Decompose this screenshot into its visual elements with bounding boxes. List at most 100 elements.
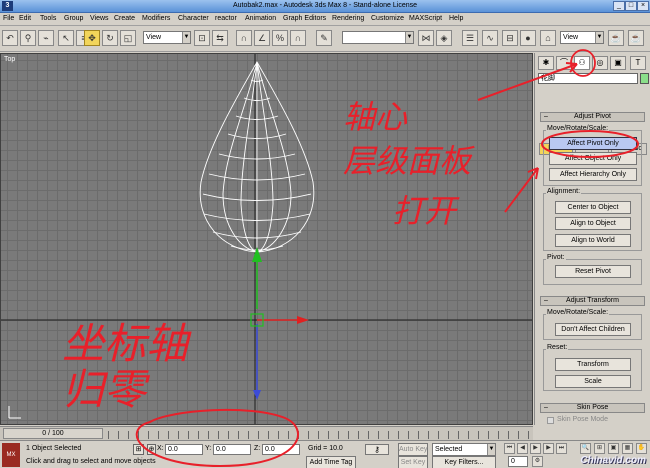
mirror-selected-icon[interactable]: ⋈ (418, 30, 434, 46)
render-type-select[interactable]: View ▼ (560, 31, 604, 44)
named-selection-icon[interactable]: ✎ (316, 30, 332, 46)
affect-object-only-button[interactable]: Affect Object Only (549, 152, 637, 165)
percent-snap-icon[interactable]: % (272, 30, 288, 46)
hierarchy-icon[interactable]: ⚇ (574, 56, 590, 70)
skin-pose-mode-checkbox[interactable] (547, 417, 554, 424)
time-slider[interactable]: 0 / 100 (3, 428, 103, 439)
lock-selection-icon[interactable]: ⊞ (133, 444, 144, 455)
schematic-view-icon[interactable]: ⊟ (502, 30, 518, 46)
go-to-start-icon[interactable]: ⏮ (504, 443, 515, 454)
add-time-tag-button[interactable]: Add Time Tag (306, 456, 356, 468)
spinner-snap-icon[interactable]: ∩ (290, 30, 306, 46)
absolute-mode-icon[interactable]: ⊕ (147, 444, 156, 455)
teardrop-wireframe (199, 61, 315, 253)
y-axis-arrow-icon (252, 247, 262, 262)
y-coordinate-field[interactable]: 0.0 (213, 444, 251, 455)
zoom-extents-icon[interactable]: ▣ (608, 443, 619, 454)
zoom-extents-all-icon[interactable]: ▦ (622, 443, 633, 454)
snap-toggle-icon[interactable]: ∩ (236, 30, 252, 46)
create-icon[interactable]: ✱ (538, 56, 554, 70)
object-name-field[interactable]: 花脚 (538, 73, 638, 84)
undo-icon[interactable]: ↶ (2, 30, 18, 46)
y-label: Y: (205, 445, 212, 452)
layer-manager-icon[interactable]: ☰ (462, 30, 478, 46)
mirror-icon[interactable]: ⇆ (212, 30, 228, 46)
scale-button[interactable]: Scale (555, 375, 631, 388)
select-object-icon[interactable]: ↖ (58, 30, 74, 46)
render-last-icon[interactable]: ☕ (628, 30, 644, 46)
pan-icon[interactable]: ✋ (636, 443, 647, 454)
menu-rendering[interactable]: Rendering (332, 15, 364, 22)
menu-reactor[interactable]: reactor (215, 15, 237, 22)
auto-key-button[interactable]: Auto Key (398, 443, 428, 456)
menu-graph-editors[interactable]: Graph Editors (283, 15, 326, 22)
play-icon[interactable]: ▶ (530, 443, 541, 454)
select-and-rotate-icon[interactable]: ↻ (102, 30, 118, 46)
key-icon[interactable]: ⚷ (365, 444, 389, 455)
move-rotate-scale-label: Move/Rotate/Scale: (546, 125, 610, 132)
material-editor-icon[interactable]: ● (520, 30, 536, 46)
menu-views[interactable]: Views (90, 15, 109, 22)
reset-pivot-button[interactable]: Reset Pivot (555, 265, 631, 278)
key-mode-select[interactable]: Selected ▼ (432, 443, 496, 456)
next-frame-icon[interactable]: ▶ (543, 443, 554, 454)
pivot-label: Pivot: (546, 254, 566, 261)
main-toolbar: ↶ ⚲ ⌁ ↖ ≡ ✥ ↻ ◱ View▼ ⊡ ⇆ ∩ ∠ % ∩ ✎ ▼ ⋈ … (0, 27, 650, 52)
center-to-object-button[interactable]: Center to Object (555, 201, 631, 214)
reference-coord-select[interactable]: View ▼ (143, 31, 191, 44)
menu-maxscript[interactable]: MAXScript (409, 15, 442, 22)
angle-snap-icon[interactable]: ∠ (254, 30, 270, 46)
menu-group[interactable]: Group (64, 15, 83, 22)
maxscript-listener-icon[interactable]: MX (2, 443, 20, 467)
set-key-button[interactable]: Set Key (398, 456, 428, 468)
dont-affect-children-button[interactable]: Don't Affect Children (555, 323, 631, 336)
menu-customize[interactable]: Customize (371, 15, 404, 22)
select-and-scale-icon[interactable]: ◱ (120, 30, 136, 46)
align-to-world-button[interactable]: Align to World (555, 234, 631, 247)
watermark: Chinavid.com (580, 455, 646, 466)
minimize-icon[interactable]: _ (613, 1, 625, 11)
menu-create[interactable]: Create (114, 15, 135, 22)
menu-tools[interactable]: Tools (40, 15, 56, 22)
menu-help[interactable]: Help (449, 15, 463, 22)
skin-pose-rollout[interactable]: Skin Pose (540, 403, 645, 413)
quick-render-icon[interactable]: ☕ (608, 30, 624, 46)
pivot-center-icon[interactable]: ⊡ (194, 30, 210, 46)
named-selection-set-select[interactable]: ▼ (342, 31, 414, 44)
render-scene-icon[interactable]: ⌂ (540, 30, 556, 46)
transform-button[interactable]: Transform (555, 358, 631, 371)
menu-modifiers[interactable]: Modifiers (142, 15, 170, 22)
align-to-object-button[interactable]: Align to Object (555, 217, 631, 230)
unlink-icon[interactable]: ⌁ (38, 30, 54, 46)
adjust-pivot-rollout[interactable]: Adjust Pivot (540, 112, 645, 122)
menu-animation[interactable]: Animation (245, 15, 276, 22)
track-bar[interactable] (108, 431, 530, 439)
menu-file[interactable]: File (3, 15, 14, 22)
key-filters-button[interactable]: Key Filters... (432, 456, 496, 468)
adjust-transform-rollout[interactable]: Adjust Transform (540, 296, 645, 306)
maximize-icon[interactable]: □ (625, 1, 637, 11)
current-frame-field[interactable]: 0 (508, 456, 528, 467)
utilities-icon[interactable]: T (630, 56, 646, 70)
object-color-swatch[interactable] (640, 73, 649, 84)
affect-pivot-only-button[interactable]: Affect Pivot Only (549, 137, 637, 150)
z-coordinate-field[interactable]: 0.0 (262, 444, 300, 455)
affect-hierarchy-only-button[interactable]: Affect Hierarchy Only (549, 168, 637, 181)
go-to-end-icon[interactable]: ⏭ (556, 443, 567, 454)
zoom-icon[interactable]: 🔍 (580, 443, 591, 454)
align-icon[interactable]: ◈ (436, 30, 452, 46)
previous-frame-icon[interactable]: ◀ (517, 443, 528, 454)
modify-icon[interactable]: ⌒ (556, 56, 572, 70)
menu-character[interactable]: Character (178, 15, 209, 22)
select-link-icon[interactable]: ⚲ (20, 30, 36, 46)
top-viewport[interactable]: Top (0, 53, 533, 425)
close-icon[interactable]: × (637, 1, 649, 11)
zoom-all-icon[interactable]: ⊞ (594, 443, 605, 454)
motion-icon[interactable]: ◎ (592, 56, 608, 70)
menu-edit[interactable]: Edit (19, 15, 31, 22)
select-and-move-icon[interactable]: ✥ (84, 30, 100, 46)
display-icon[interactable]: ▣ (610, 56, 626, 70)
x-coordinate-field[interactable]: 0.0 (165, 444, 203, 455)
time-config-icon[interactable]: ⚙ (532, 456, 543, 467)
curve-editor-icon[interactable]: ∿ (482, 30, 498, 46)
